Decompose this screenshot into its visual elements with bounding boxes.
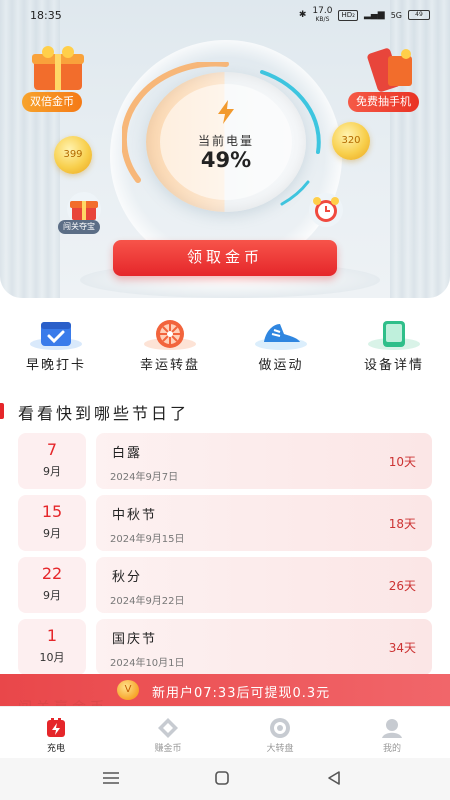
bluetooth-icon: ✱: [298, 10, 307, 20]
free-phone-icon[interactable]: [362, 46, 418, 92]
status-bar: 18:35 ✱ 17.0 KB/S HD₂ ▂▄▆ 5G 49: [0, 0, 450, 30]
feature-label: 幸运转盘: [139, 358, 200, 373]
holiday-item[interactable]: 7 9月 白露 2024年9月7日 10天: [18, 433, 432, 489]
holiday-day: 22: [41, 564, 63, 583]
feature-label: 做运动: [258, 358, 304, 373]
charge-icon: [47, 718, 65, 737]
tab-label: 我的: [382, 744, 401, 754]
free-phone-badge[interactable]: 免费抽手机: [348, 92, 419, 112]
system-nav-bar: [0, 758, 450, 800]
coin-bubble-right[interactable]: 320: [332, 122, 370, 160]
holiday-day: 15: [41, 502, 63, 521]
power-label: 当前电量: [197, 134, 254, 148]
tab-charge[interactable]: 充电: [0, 707, 112, 759]
holiday-date-box: 7 9月: [18, 433, 86, 489]
lightning-bolt-icon: [218, 100, 234, 124]
battery-icon: 49: [408, 10, 430, 20]
tab-label: 充电: [46, 744, 65, 754]
holiday-card: 秋分 2024年9月22日 26天: [96, 557, 432, 613]
tab-label: 大转盘: [266, 744, 294, 754]
holiday-item[interactable]: 15 9月 中秋节 2024年9月15日 18天: [18, 495, 432, 551]
net-speed-unit: KB/S: [315, 15, 330, 23]
holiday-day: 7: [46, 440, 58, 459]
lucky-wheel-icon: [144, 320, 196, 350]
wheel-icon: [270, 718, 290, 738]
feature-label: 设备详情: [363, 358, 424, 373]
holiday-card: 中秋节 2024年9月15日 18天: [96, 495, 432, 551]
claim-coins-button[interactable]: 领取金币: [113, 240, 337, 276]
holiday-month: 10月: [39, 651, 65, 664]
holiday-month: 9月: [43, 465, 61, 478]
holiday-name: 国庆节: [112, 632, 158, 647]
phone-device-icon: [368, 321, 420, 350]
profile-icon: [382, 719, 402, 738]
holiday-month: 9月: [43, 589, 61, 602]
bottom-tab-bar: 充电 赚金币 大转盘 我的: [0, 706, 450, 758]
notice-text: 新用户07:33后可提现0.3元: [152, 686, 331, 701]
tab-label: 赚金币: [154, 744, 182, 754]
holiday-name: 中秋节: [112, 508, 158, 523]
holiday-countdown: 18天: [388, 517, 416, 531]
section-title: 看看快到哪些节日了: [18, 404, 190, 423]
tab-earn-coins[interactable]: 赚金币: [112, 707, 224, 759]
feature-exercise[interactable]: 做运动: [236, 316, 326, 376]
feature-checkin[interactable]: 早晚打卡: [11, 316, 101, 376]
holiday-item[interactable]: 1 10月 国庆节 2024年10月1日 34天: [18, 619, 432, 675]
coin-icon: V: [117, 680, 139, 700]
holiday-card: 白露 2024年9月7日 10天: [96, 433, 432, 489]
holiday-item[interactable]: 22 9月 秋分 2024年9月22日 26天: [18, 557, 432, 613]
hero-panel: 当前电量 49% 双倍金币 免费抽手机 399 320 闯关夺宝 领取金币: [0, 0, 450, 298]
holiday-name: 秋分: [112, 570, 143, 585]
holiday-name: 白露: [112, 446, 143, 461]
feature-device-details[interactable]: 设备详情: [349, 316, 439, 376]
home-icon[interactable]: [214, 770, 230, 786]
menu-icon[interactable]: [102, 770, 120, 786]
curtain-left: [0, 0, 60, 298]
hd-icon: HD₂: [338, 9, 358, 21]
power-value: 49%: [200, 148, 252, 172]
status-icons: ✱ 17.0 KB/S HD₂ ▂▄▆ 5G 49: [298, 5, 430, 24]
double-coin-gift-icon[interactable]: [30, 46, 86, 92]
signal-5g-label: 5G: [390, 10, 402, 20]
double-coin-badge[interactable]: 双倍金币: [22, 92, 82, 112]
holiday-date-box: 22 9月: [18, 557, 86, 613]
net-speed: 17.0 KB/S: [312, 5, 333, 24]
feature-label: 早晚打卡: [25, 358, 86, 373]
holiday-full-date: 2024年9月15日: [110, 534, 185, 545]
holiday-full-date: 2024年10月1日: [110, 658, 185, 669]
holiday-countdown: 10天: [388, 455, 416, 469]
holiday-month: 9月: [43, 527, 61, 540]
coin-bubble-left[interactable]: 399: [54, 136, 92, 174]
feature-lucky-wheel[interactable]: 幸运转盘: [125, 316, 215, 376]
holiday-date-box: 15 9月: [18, 495, 86, 551]
holiday-countdown: 26天: [388, 579, 416, 593]
diamond-icon: [158, 718, 178, 738]
holiday-full-date: 2024年9月7日: [110, 472, 179, 483]
holiday-card: 国庆节 2024年10月1日 34天: [96, 619, 432, 675]
status-time: 18:35: [30, 8, 62, 22]
tab-profile[interactable]: 我的: [336, 707, 448, 759]
feature-row: 早晚打卡 幸运转盘 做运动 设备详情: [0, 316, 450, 376]
tab-big-wheel[interactable]: 大转盘: [224, 707, 336, 759]
sneaker-icon: [255, 324, 307, 350]
section-accent-bar: [0, 403, 4, 419]
net-speed-value: 17.0: [312, 5, 333, 16]
treasure-label[interactable]: 闯关夺宝: [58, 220, 100, 234]
holiday-section-header: 看看快到哪些节日了: [0, 398, 300, 424]
signal-icon: ▂▄▆: [363, 10, 385, 20]
holiday-countdown: 34天: [388, 641, 416, 655]
alarm-clock-icon[interactable]: [306, 192, 346, 228]
calendar-check-icon: [30, 322, 82, 350]
holiday-full-date: 2024年9月22日: [110, 596, 185, 607]
curtain-right: [390, 0, 450, 298]
holiday-day: 1: [46, 626, 58, 645]
back-icon[interactable]: [326, 770, 342, 786]
holiday-date-box: 1 10月: [18, 619, 86, 675]
